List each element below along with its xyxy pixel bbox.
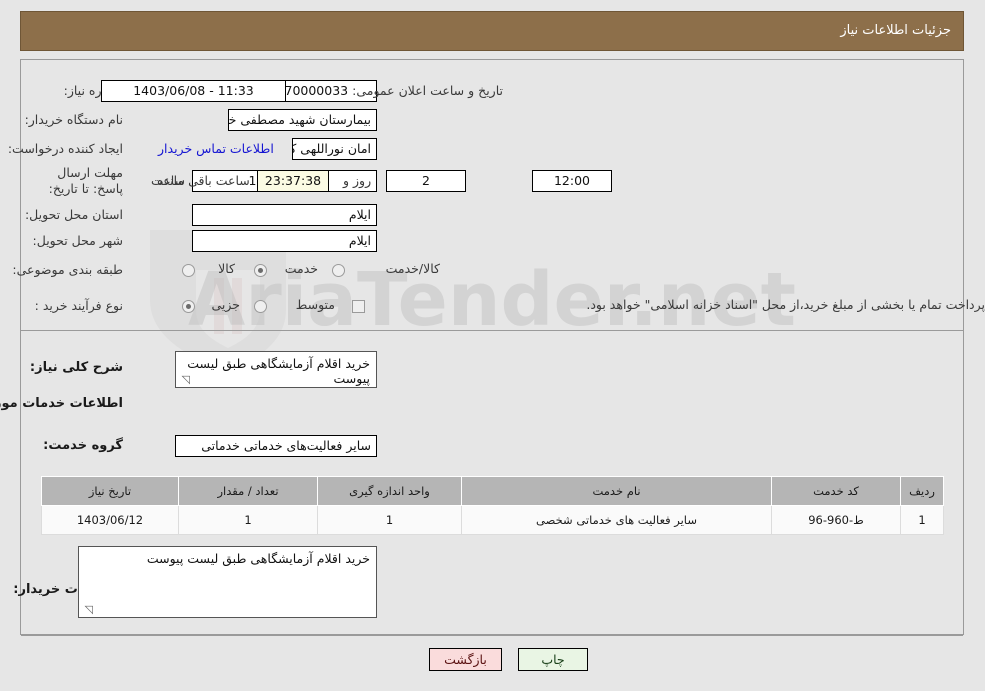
th-need-date: تاریخ نیاز	[41, 476, 179, 506]
th-row-no: ردیف	[900, 476, 944, 506]
services-section-title: اطلاعات خدمات مورد نیاز	[0, 396, 123, 411]
need-summary-text: خرید اقلام آزمایشگاهی طبق لیست پیوست	[187, 356, 370, 386]
page-title: جزئیات اطلاعات نیاز	[840, 23, 951, 38]
deadline-days-value: 2	[386, 170, 466, 192]
deadline-label: مهلت ارسال پاسخ: تا تاریخ:	[48, 165, 123, 196]
buyer-org-label: نام دستگاه خریدار:	[24, 112, 123, 127]
print-button[interactable]: چاپ	[518, 648, 588, 671]
countdown-value: 23:37:38	[257, 170, 329, 192]
buyer-notes-text: خرید اقلام آزمایشگاهی طبق لیست پیوست	[146, 551, 370, 566]
window-titlebar: جزئیات اطلاعات نیاز	[20, 11, 964, 51]
service-group-label: گروه خدمت:	[43, 438, 123, 453]
resize-grip-icon-notes: ◹	[84, 603, 93, 616]
delivery-province-label: استان محل تحویل:	[24, 207, 123, 222]
delivery-city-label: شهر محل تحویل:	[32, 233, 123, 248]
table-row: 1 ط-960-96 سایر فعالیت های خدماتی شخصی 1…	[41, 505, 944, 535]
process-type-label: نوع فرآیند خرید :	[34, 298, 123, 313]
cell-service-code: ط-960-96	[771, 505, 901, 535]
th-unit: واحد اندازه گیری	[317, 476, 462, 506]
services-table: ردیف کد خدمت نام خدمت واحد اندازه گیری ت…	[41, 476, 944, 535]
deadline-hour-value: 12:00	[532, 170, 612, 192]
back-button[interactable]: بازگشت	[429, 648, 502, 671]
category-radio-kala[interactable]	[182, 264, 195, 277]
page-root: AriaTender.net جزئیات اطلاعات نیاز شماره…	[0, 0, 985, 691]
category-label-kala-khedmat: کالا/خدمت	[385, 261, 440, 276]
delivery-city-value: ایلام	[192, 230, 377, 252]
treasury-docs-label: پرداخت تمام یا بخشی از مبلغ خرید،از محل …	[586, 297, 985, 312]
th-service-code: کد خدمت	[771, 476, 901, 506]
category-radio-kala-khedmat[interactable]	[332, 264, 345, 277]
need-summary-value: خرید اقلام آزمایشگاهی طبق لیست پیوست ◹	[175, 351, 377, 388]
resize-grip-icon: ◹	[181, 373, 190, 386]
cell-quantity: 1	[178, 505, 318, 535]
category-label-khedmat: خدمت	[284, 261, 318, 276]
countdown-label: ساعت باقی مانده	[157, 173, 250, 188]
buyer-notes-value: خرید اقلام آزمایشگاهی طبق لیست پیوست ◹	[78, 546, 377, 618]
cell-unit: 1	[317, 505, 462, 535]
table-header-row: ردیف کد خدمت نام خدمت واحد اندازه گیری ت…	[41, 476, 944, 506]
cell-service-name: سایر فعالیت های خدماتی شخصی	[461, 505, 772, 535]
need-summary-label: شرح کلی نیاز:	[29, 360, 123, 375]
section-divider-bottom	[21, 635, 963, 636]
category-label: طبقه بندی موضوعی:	[12, 262, 123, 277]
buyer-contact-link[interactable]: اطلاعات تماس خریدار	[158, 141, 274, 156]
category-label-kala: کالا	[218, 261, 235, 276]
buyer-org-value: بیمارستان شهید مصطفی خمینی ره ایلام	[228, 109, 377, 131]
section-divider-top	[21, 330, 963, 331]
delivery-province-value: ایلام	[192, 204, 377, 226]
deadline-days-label: روز و	[343, 173, 372, 188]
category-radio-khedmat[interactable]	[254, 264, 267, 277]
announce-datetime-value: 11:33 - 1403/06/08	[101, 80, 286, 102]
th-service-name: نام خدمت	[461, 476, 772, 506]
announce-datetime-label: تاریخ و ساعت اعلان عمومی:	[352, 83, 503, 98]
cell-need-date: 1403/06/12	[41, 505, 179, 535]
request-creator-value: امان نوراللهی کاربرداز بیمارستان شهید مص…	[292, 138, 377, 160]
cell-row-no: 1	[900, 505, 944, 535]
service-group-value: سایر فعالیت‌های خدماتی خدماتی	[175, 435, 377, 457]
th-quantity: تعداد / مقدار	[178, 476, 318, 506]
request-creator-label: ایجاد کننده درخواست:	[7, 141, 123, 156]
